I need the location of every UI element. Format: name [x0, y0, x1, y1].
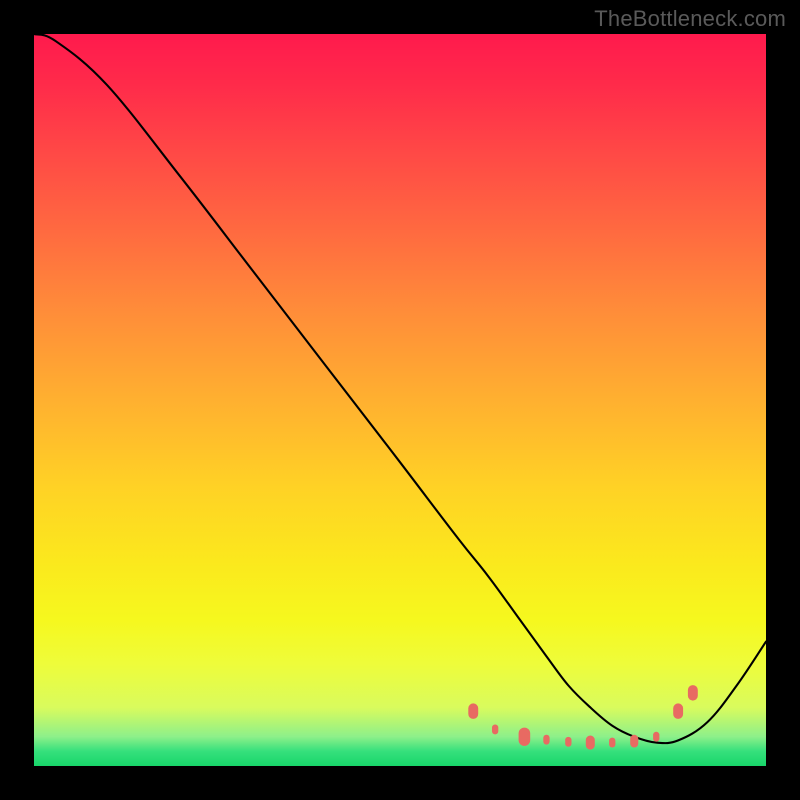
highlight-dot — [565, 737, 571, 747]
plot-area — [34, 34, 766, 766]
highlight-dot — [653, 732, 659, 742]
chart-svg — [34, 34, 766, 766]
highlight-dot — [630, 735, 638, 748]
highlight-dot — [609, 738, 615, 748]
watermark-text: TheBottleneck.com — [594, 6, 786, 32]
highlight-dot — [586, 736, 595, 750]
highlight-dots-group — [468, 685, 698, 750]
highlight-dot — [688, 685, 698, 701]
chart-frame: TheBottleneck.com — [0, 0, 800, 800]
highlight-dot — [673, 703, 683, 719]
highlight-dot — [492, 725, 498, 735]
highlight-dot — [468, 703, 478, 719]
bottleneck-curve — [34, 34, 766, 743]
highlight-dot — [519, 728, 531, 746]
highlight-dot — [543, 735, 549, 745]
